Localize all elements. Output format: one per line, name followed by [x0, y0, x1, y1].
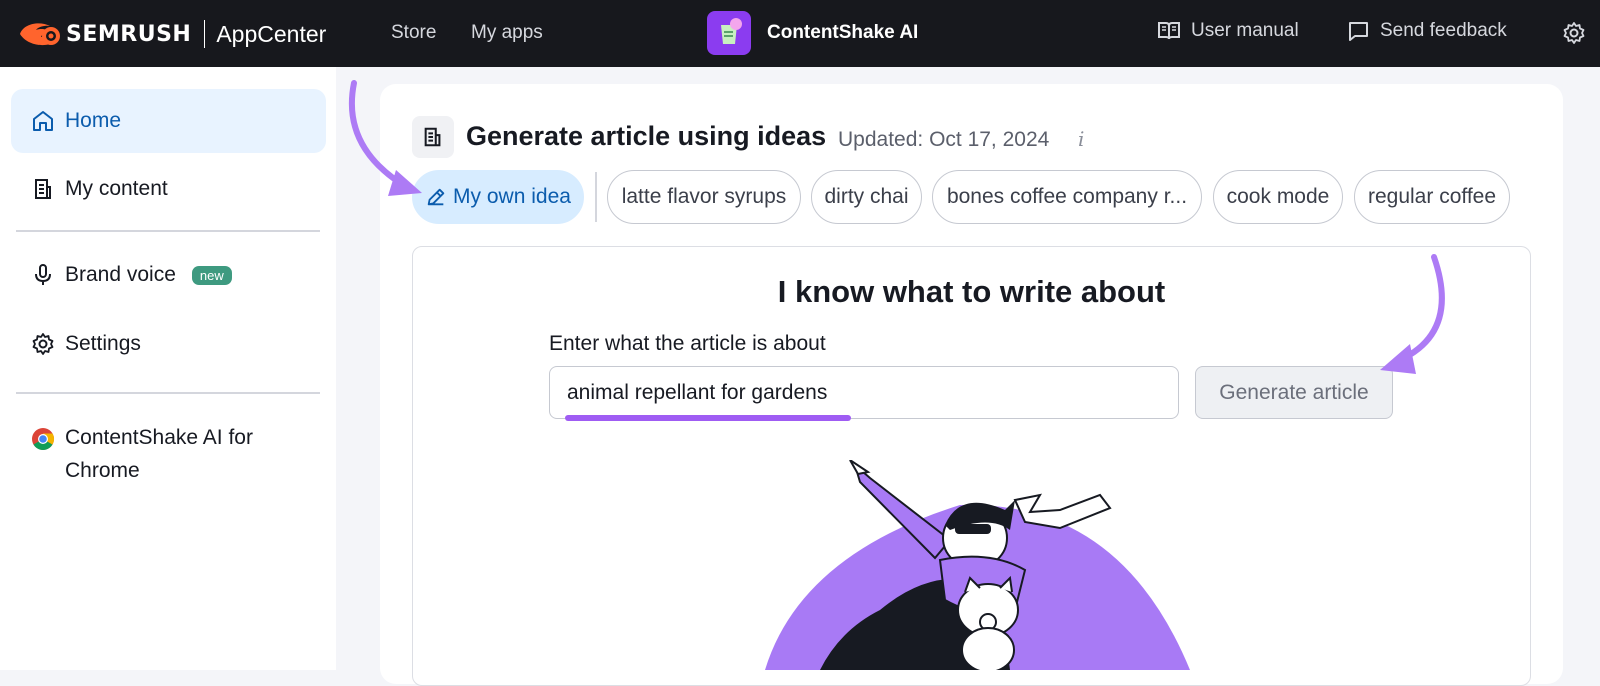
panel-heading: I know what to write about [777, 274, 1166, 309]
send-feedback-label: Send feedback [1380, 20, 1507, 41]
chip-idea[interactable]: dirty chai [811, 170, 922, 224]
new-badge: new [191, 265, 232, 285]
sidebar-item-settings[interactable]: Settings [11, 312, 326, 376]
topic-input-label: Enter what the article is about [549, 332, 826, 355]
sidebar-item-brand-voice[interactable]: Brand voice new [11, 243, 326, 307]
sidebar: Home My content Brand voice new Settings [0, 67, 336, 670]
generate-article-button[interactable]: Generate article [1195, 366, 1393, 419]
sidebar-item-home[interactable]: Home [11, 89, 326, 153]
send-feedback-link[interactable]: Send feedback [1348, 20, 1507, 42]
sidebar-divider [16, 392, 320, 394]
chat-bubble-icon [1349, 21, 1368, 41]
chip-idea[interactable]: regular coffee [1354, 170, 1510, 224]
sidebar-item-label: Home [65, 109, 122, 132]
app-icon [707, 11, 751, 55]
chip-my-own-idea[interactable]: My own idea [412, 170, 584, 224]
nav-my-apps[interactable]: My apps [471, 22, 543, 44]
sidebar-item-my-content[interactable]: My content [11, 157, 326, 221]
sidebar-item-label: ContentShake AI for Chrome [65, 426, 253, 482]
updated-date: Updated: Oct 17, 2024 [838, 128, 1050, 151]
sidebar-item-label: Brand voice [65, 263, 176, 286]
logo-divider [204, 20, 206, 48]
sidebar-divider [16, 230, 320, 232]
semrush-logo[interactable]: SEMRUSH AppCenter [18, 18, 326, 50]
sidebar-item-chrome-extension[interactable]: ContentShake AI for Chrome [31, 421, 311, 487]
document-icon [35, 179, 51, 199]
brand-app-name: AppCenter [216, 20, 327, 47]
brand-name: SEMRUSH [66, 21, 192, 47]
app-name: ContentShake AI [767, 22, 919, 43]
chip-idea[interactable]: cook mode [1213, 170, 1343, 224]
microphone-icon [35, 264, 51, 285]
sidebar-item-label: Settings [65, 332, 141, 355]
annotation-arrow-left [348, 80, 422, 196]
book-icon [1158, 22, 1180, 40]
nav-store[interactable]: Store [391, 22, 436, 44]
info-icon[interactable]: i [1078, 127, 1084, 151]
chrome-icon [32, 428, 54, 450]
chip-label: My own idea [453, 185, 571, 208]
semrush-flame-icon [20, 23, 60, 46]
contentshake-icon [721, 18, 742, 44]
chip-divider [595, 172, 597, 222]
gear-icon [32, 333, 54, 355]
highlight-underline [565, 415, 851, 421]
chip-idea[interactable]: latte flavor syrups [607, 170, 801, 224]
top-bar: SEMRUSH AppCenter Store My apps ContentS… [0, 0, 1600, 67]
user-manual-label: User manual [1191, 20, 1299, 41]
page-title: Generate article using ideas [466, 121, 827, 151]
settings-gear-icon[interactable] [1562, 21, 1586, 45]
home-icon [33, 111, 53, 131]
chip-idea[interactable]: bones coffee company r... [932, 170, 1202, 224]
topic-input[interactable] [549, 366, 1179, 419]
annotation-arrow-right [1380, 254, 1445, 374]
sidebar-item-label: My content [65, 177, 168, 200]
illustration-hero-with-cat [765, 460, 1190, 670]
user-manual-link[interactable]: User manual [1158, 20, 1299, 42]
